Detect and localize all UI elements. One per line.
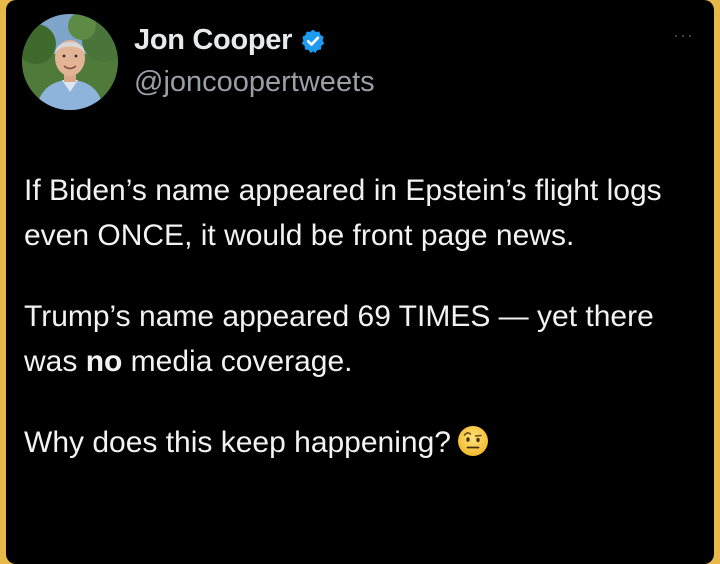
tweet-paragraph-1: If Biden’s name appeared in Epstein’s fl… <box>24 174 662 252</box>
tweet-card: Jon Cooper @joncoopertweets ··· If Biden… <box>6 0 714 564</box>
tweet-paragraph-3: Why does this keep happening? <box>24 420 704 465</box>
author-display-name[interactable]: Jon Cooper <box>134 24 292 57</box>
avatar[interactable] <box>22 14 118 110</box>
tweet-bold-word: no <box>85 345 123 378</box>
author-handle[interactable]: @joncoopertweets <box>134 66 375 99</box>
author-name-row: Jon Cooper <box>134 24 326 57</box>
tweet-paragraph-2: Trump’s name appeared 69 TIMES — yet the… <box>24 294 704 384</box>
tweet-text: If Biden’s name appeared in Epstein’s fl… <box>24 168 704 501</box>
tweet-question: Why does this keep happening? <box>24 426 451 459</box>
raised-eyebrow-emoji-icon <box>457 425 489 457</box>
verified-badge-icon <box>300 28 326 54</box>
tweet-paragraph-2-end: media coverage. <box>122 345 353 378</box>
more-horizontal-icon[interactable]: ··· <box>673 26 694 44</box>
